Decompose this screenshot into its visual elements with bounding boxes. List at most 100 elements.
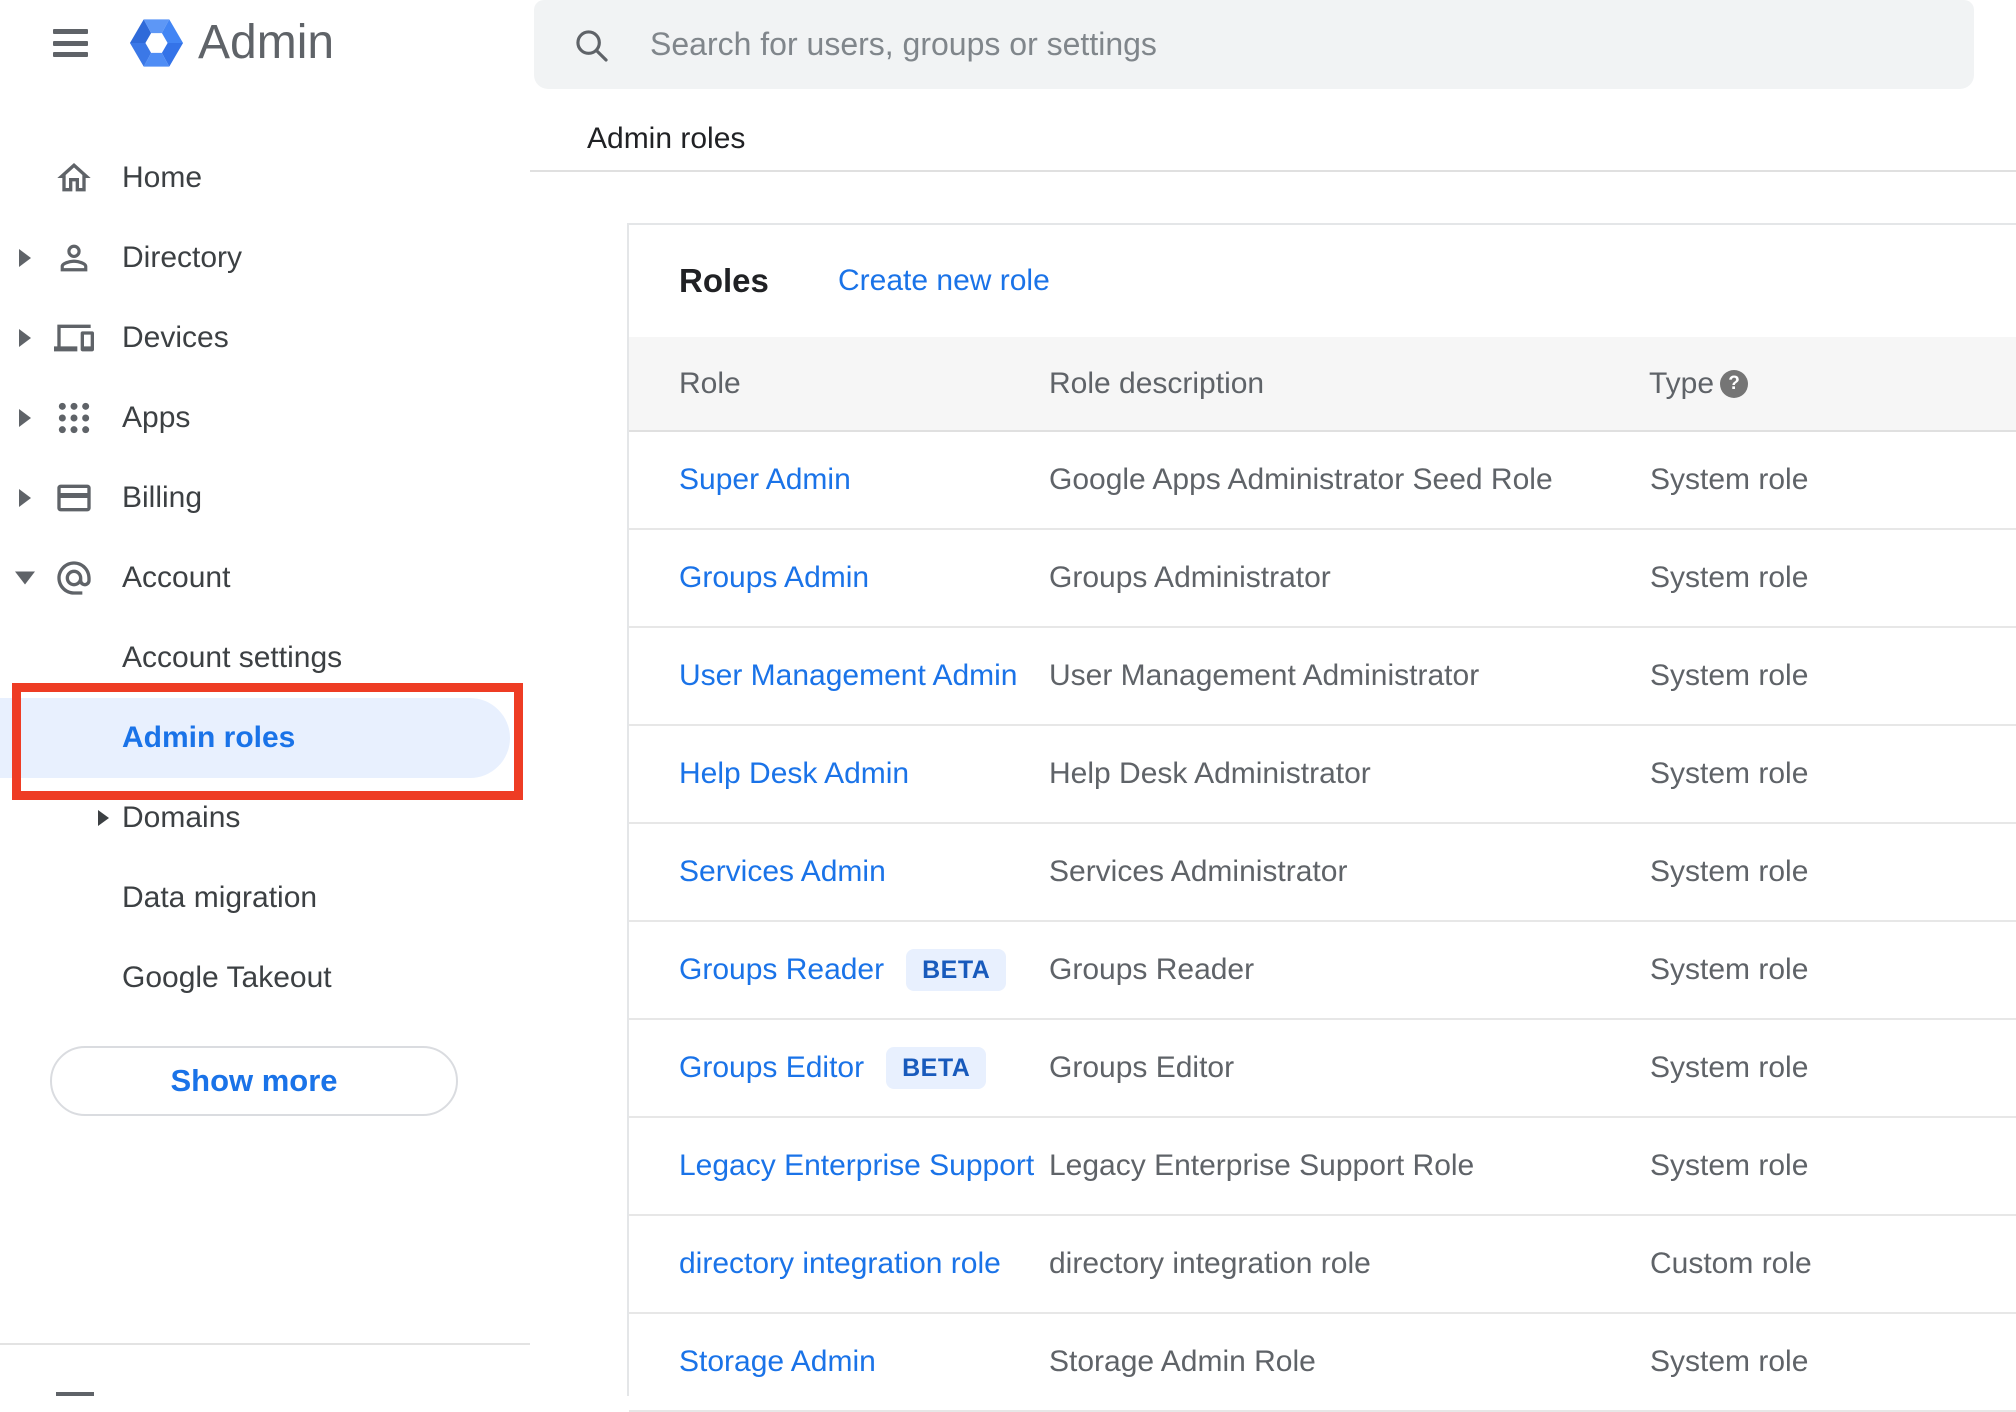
chevron-right-icon [19,409,31,427]
admin-logo-icon [129,19,184,67]
sidebar-item-label: Data migration [122,881,318,914]
sidebar-item-label: Google Takeout [122,961,332,994]
role-type: Custom role [1650,1247,1812,1280]
sidebar-item-label: Admin roles [122,721,296,754]
role-link[interactable]: Groups Reader [679,953,884,987]
role-description: directory integration role [1049,1247,1371,1280]
home-icon [57,163,91,192]
sidebar-item-data-migration[interactable]: Data migration [0,858,530,938]
product-title: Admin [198,16,335,69]
sidebar-item-account[interactable]: Account [0,538,530,618]
role-link[interactable]: Help Desk Admin [679,757,909,791]
sidebar-item-billing[interactable]: Billing [0,458,530,538]
sidebar-item-label: Billing [122,481,203,514]
sidebar-item-label: Home [122,161,203,194]
table-row: Groups Admin Groups Administrator System… [629,530,2016,628]
chevron-down-icon [15,571,35,585]
table-row: Groups Editor BETA Groups Editor System … [629,1020,2016,1118]
table-row: Groups Reader BETA Groups Reader System … [629,922,2016,1020]
role-link[interactable]: directory integration role [679,1247,1001,1281]
role-type: System role [1650,1149,1809,1182]
breadcrumb: Admin roles [587,122,746,155]
role-type: System role [1650,855,1809,888]
chevron-right-icon [98,810,109,826]
roles-card: Roles Create new role Role Role descript… [627,223,2016,1412]
apps-grid-icon [58,402,90,434]
sidebar-item-directory[interactable]: Directory [0,218,530,298]
show-more-button[interactable]: Show more [50,1046,458,1116]
role-link[interactable]: Groups Admin [679,561,869,595]
sidebar-item-label: Account settings [122,641,343,674]
column-header-description: Role description [1049,366,1265,400]
role-type: System role [1650,1345,1809,1378]
table-row: Legacy Enterprise Support Legacy Enterpr… [629,1118,2016,1216]
sidebar-item-google-takeout[interactable]: Google Takeout [0,938,530,1018]
card-title: Roles [679,262,769,299]
menu-bar [53,29,88,34]
menu-bar [53,40,88,46]
table-row: Storage Admin Storage Admin Role System … [629,1314,2016,1412]
role-type: System role [1650,953,1809,986]
role-link[interactable]: Super Admin [679,463,851,497]
chevron-right-icon [19,329,31,347]
search-input[interactable] [650,26,1900,63]
role-description: Legacy Enterprise Support Role [1049,1149,1475,1182]
chevron-right-icon [19,249,31,267]
sidebar: Admin Home Directory Devices Apps Billin… [0,0,530,1396]
role-description: Help Desk Administrator [1049,757,1371,790]
column-header-type: Type [1649,366,1715,400]
role-type: System role [1650,757,1809,790]
sidebar-item-admin-roles[interactable]: Admin roles [0,698,530,778]
create-new-role-link[interactable]: Create new role [838,264,1050,298]
sidebar-item-account-settings[interactable]: Account settings [0,618,530,698]
card-title-row: Roles Create new role [629,225,2016,337]
role-link[interactable]: Storage Admin [679,1345,876,1379]
table-header-row: Role Role description Type ? [629,337,2016,432]
role-type: System role [1650,1051,1809,1084]
content-divider [530,170,2016,172]
help-icon[interactable]: ? [1720,369,1748,398]
menu-bar [53,52,88,57]
sidebar-item-label: Apps [122,401,191,434]
role-description: Storage Admin Role [1049,1345,1316,1378]
devices-icon [54,324,94,352]
role-description: Groups Administrator [1049,561,1331,594]
role-description: User Management Administrator [1049,659,1480,692]
sidebar-divider [0,1343,530,1345]
credit-card-icon [57,484,91,512]
chevron-right-icon [19,489,31,507]
role-description: Google Apps Administrator Seed Role [1049,463,1553,496]
role-type: System role [1650,561,1809,594]
table-row: Super Admin Google Apps Administrator Se… [629,432,2016,530]
sidebar-item-domains[interactable]: Domains [0,778,530,858]
role-link[interactable]: Legacy Enterprise Support [679,1149,1034,1183]
role-link[interactable]: User Management Admin [679,659,1018,693]
role-description: Services Administrator [1049,855,1348,888]
menu-icon[interactable] [53,29,88,57]
partial-bottom-icon [56,1392,94,1396]
person-icon [60,244,88,272]
sidebar-item-label: Devices [122,321,229,354]
role-link[interactable]: Services Admin [679,855,886,889]
sidebar-item-label: Account [122,561,231,594]
table-row: User Management Admin User Management Ad… [629,628,2016,726]
sidebar-item-apps[interactable]: Apps [0,378,530,458]
sidebar-item-label: Domains [122,801,241,834]
column-header-role: Role [679,366,741,400]
beta-badge: BETA [886,1047,987,1089]
table-row: Services Admin Services Administrator Sy… [629,824,2016,922]
role-description: Groups Reader [1049,953,1255,986]
sidebar-item-devices[interactable]: Devices [0,298,530,378]
search-bar[interactable] [534,0,1974,89]
table-row: Help Desk Admin Help Desk Administrator … [629,726,2016,824]
role-link[interactable]: Groups Editor [679,1051,864,1085]
search-icon [576,29,608,62]
at-sign-icon [57,561,91,595]
role-type: System role [1650,659,1809,692]
sidebar-item-home[interactable]: Home [0,138,530,218]
sidebar-item-label: Directory [122,241,243,274]
beta-badge: BETA [906,949,1007,991]
role-type: System role [1650,463,1809,496]
role-description: Groups Editor [1049,1051,1235,1084]
table-row: directory integration role directory int… [629,1216,2016,1314]
